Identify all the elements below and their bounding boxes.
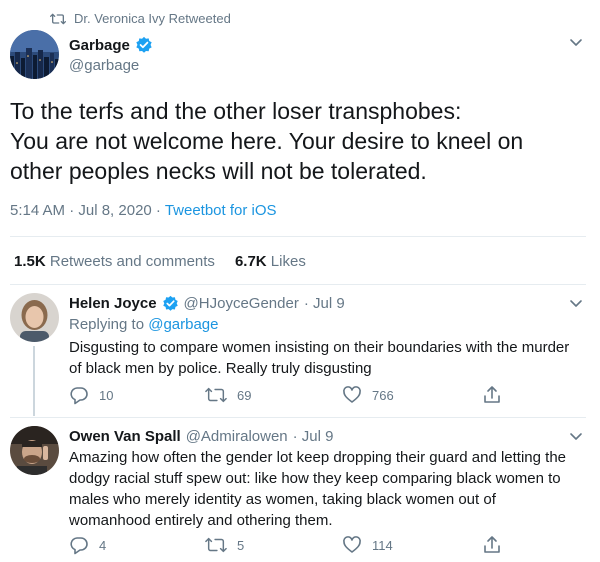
like-count: 114 [372, 537, 393, 553]
reply-author-handle[interactable]: @Admiralowen [186, 428, 288, 445]
reply-text: Amazing how often the gender lot keep dr… [69, 447, 585, 531]
retweets-label: Retweets and comments [49, 253, 215, 270]
tweet-source-link[interactable]: Tweetbot for iOS [165, 202, 277, 219]
heart-icon [342, 535, 362, 555]
tweet-text-line: other peoples necks will not be tolerate… [10, 158, 427, 184]
reply-date[interactable]: · Jul 9 [304, 295, 345, 312]
verified-badge-icon [162, 295, 179, 312]
divider [10, 417, 586, 418]
reply-author-name[interactable]: Helen Joyce [69, 295, 157, 312]
retweet-icon [50, 12, 66, 26]
tweet-text-line: To the terfs and the other loser transph… [10, 98, 462, 124]
share-icon [482, 385, 502, 405]
reply-text-line: of black men by police. Really truly dis… [69, 360, 372, 377]
reply-header: Helen Joyce @HJoyceGender · Jul 9 [69, 295, 345, 312]
reply-text-line: Amazing how often the gender lot keep dr… [69, 449, 567, 466]
reply-text: Disgusting to compare women insisting on… [69, 337, 585, 379]
reply-actions: 10 69 766 [69, 385, 509, 405]
author-name[interactable]: Garbage [69, 37, 130, 54]
reply-header: Owen Van Spall @Admiralowen · Jul 9 [69, 428, 334, 445]
tweet-metadata: 5:14 AM · Jul 8, 2020 · Tweetbot for iOS [10, 202, 277, 219]
chevron-down-icon[interactable] [568, 295, 584, 311]
reply-action[interactable]: 4 [69, 535, 205, 555]
tweet-text-line: You are not welcome here. Your desire to… [10, 128, 524, 154]
thread-line [33, 346, 35, 416]
replying-to-handle[interactable]: @garbage [148, 316, 218, 333]
share-action[interactable] [482, 385, 502, 405]
divider [10, 284, 586, 285]
like-action[interactable]: 114 [342, 535, 482, 555]
avatar[interactable] [10, 426, 59, 475]
retweets-count-link[interactable]: 1.5K Retweets and comments [14, 253, 215, 270]
tweet-text: To the terfs and the other loser transph… [10, 96, 590, 186]
reply-author-name[interactable]: Owen Van Spall [69, 428, 181, 445]
reply-actions: 4 5 114 [69, 535, 509, 555]
chevron-down-icon[interactable] [568, 34, 584, 50]
reply-author-handle[interactable]: @HJoyceGender [184, 295, 299, 312]
likes-count-link[interactable]: 6.7K Likes [235, 253, 306, 270]
reply-date[interactable]: · Jul 9 [293, 428, 334, 445]
likes-label: Likes [270, 253, 306, 270]
retweet-action[interactable]: 69 [205, 385, 342, 405]
tweet-timestamp[interactable]: 5:14 AM · Jul 8, 2020 · [10, 202, 165, 219]
retweet-count: 5 [237, 537, 245, 553]
retweet-context-label: Dr. Veronica Ivy Retweeted [74, 11, 231, 26]
retweet-icon [205, 385, 227, 405]
replying-to: Replying to @garbage [69, 316, 219, 333]
retweets-count: 1.5K [14, 253, 46, 270]
replying-to-label: Replying to [69, 316, 149, 333]
author-row[interactable]: Garbage [69, 36, 153, 54]
like-count: 766 [372, 387, 394, 403]
retweet-icon [205, 535, 227, 555]
share-action[interactable] [482, 535, 502, 555]
verified-badge-icon [135, 36, 153, 54]
reply-text-line: males who merely identity as women, taki… [69, 491, 496, 508]
avatar[interactable] [10, 30, 59, 79]
reply-count: 4 [99, 537, 107, 553]
reply-text-line: womanhood entirely and othering them. [69, 512, 333, 529]
retweet-context[interactable]: Dr. Veronica Ivy Retweeted [50, 11, 231, 26]
heart-icon [342, 385, 362, 405]
retweet-count: 69 [237, 387, 252, 403]
author-handle[interactable]: @garbage [69, 57, 139, 74]
retweet-action[interactable]: 5 [205, 535, 342, 555]
like-action[interactable]: 766 [342, 385, 482, 405]
share-icon [482, 535, 502, 555]
likes-count: 6.7K [234, 253, 267, 270]
engagement-counts: 1.5K Retweets and comments 6.7K Likes [14, 253, 306, 270]
reply-action[interactable]: 10 [69, 385, 205, 405]
divider [10, 236, 586, 237]
reply-icon [69, 385, 89, 405]
reply-text-line: dodgy racial stuff spew out: like how th… [69, 470, 561, 487]
reply-icon [69, 535, 89, 555]
avatar[interactable] [10, 293, 59, 342]
reply-text-line: Disgusting to compare women insisting on… [69, 339, 570, 356]
chevron-down-icon[interactable] [568, 428, 584, 444]
reply-count: 10 [99, 387, 114, 403]
